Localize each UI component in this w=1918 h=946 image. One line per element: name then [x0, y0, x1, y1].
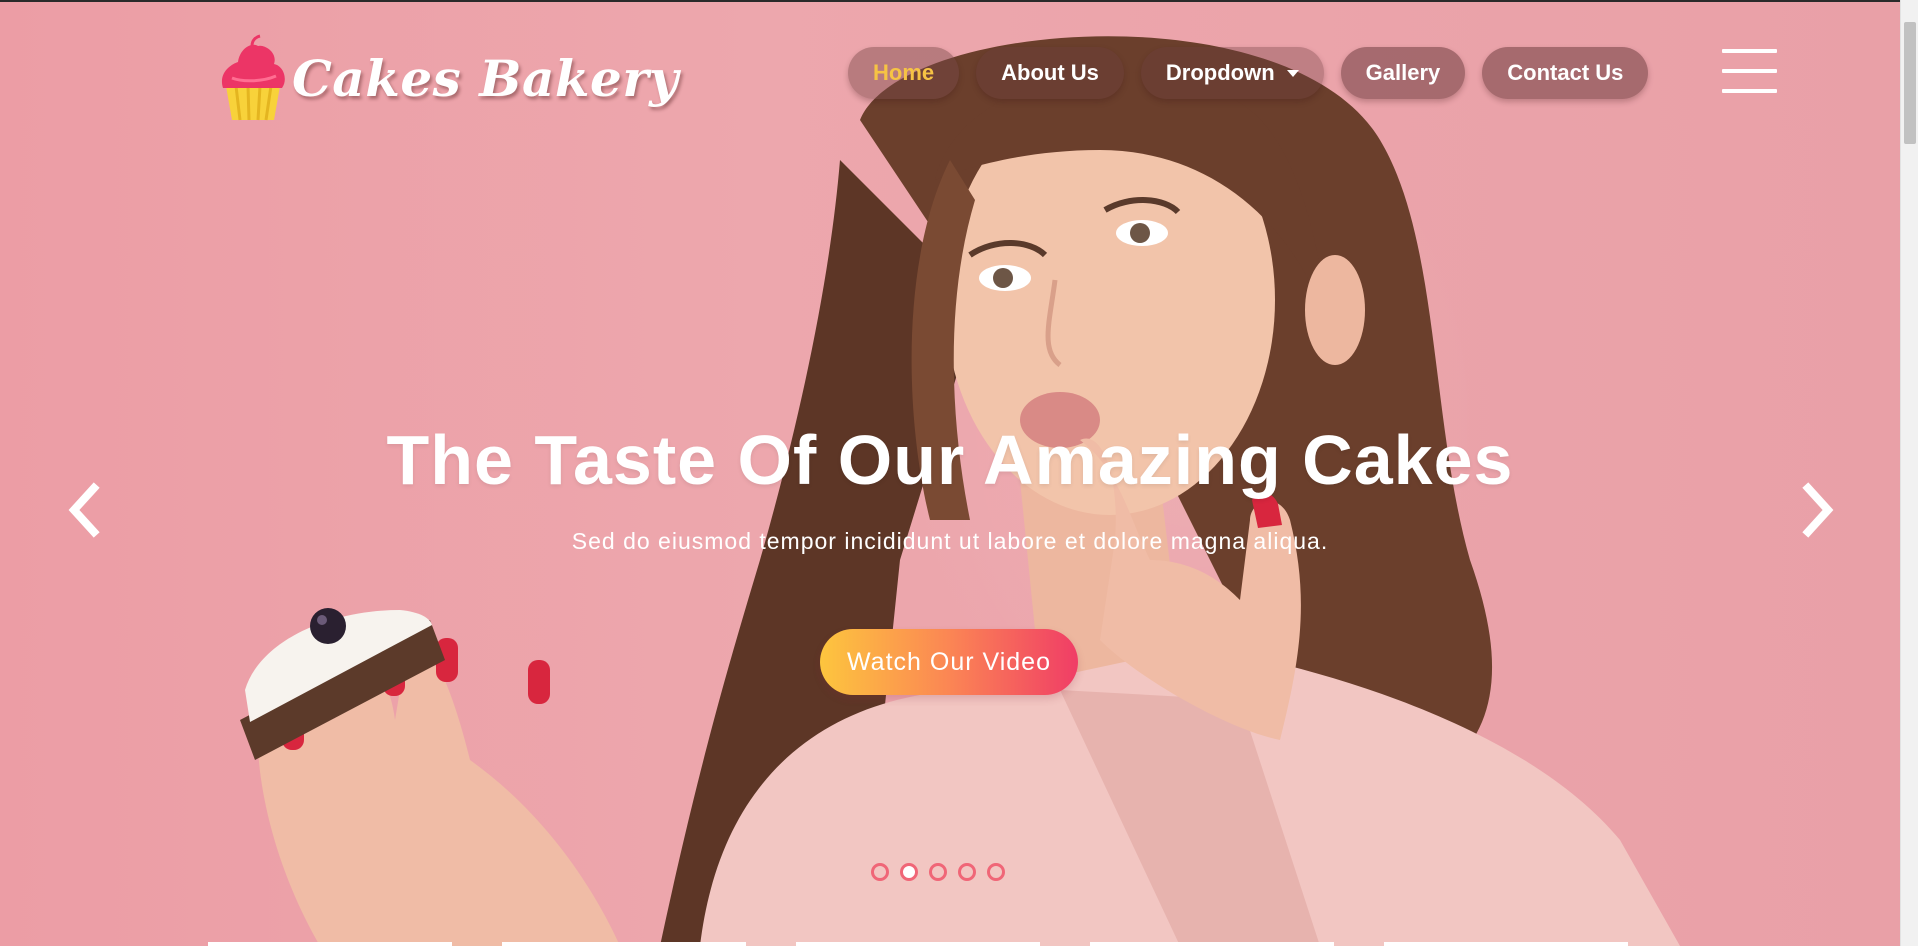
nav-about-us-label: About Us — [1001, 60, 1099, 85]
page-scrollbar[interactable] — [1900, 0, 1918, 946]
carousel-indicator-2[interactable] — [900, 863, 918, 881]
scrollbar-thumb[interactable] — [1904, 22, 1916, 144]
nav-dropdown-label: Dropdown — [1165, 60, 1275, 85]
carousel-indicator-3[interactable] — [929, 863, 947, 881]
section-card-edge — [796, 942, 1040, 946]
carousel-next-button[interactable] — [1798, 482, 1838, 538]
nav-contact-us-label: Contact Us — [1507, 60, 1624, 85]
section-card-edge — [208, 942, 452, 946]
carousel-indicator-1[interactable] — [871, 863, 889, 881]
section-card-edge — [1090, 942, 1334, 946]
cupcake-icon — [221, 34, 285, 121]
nav-dropdown[interactable]: Dropdown — [1140, 47, 1324, 99]
carousel-indicator-5[interactable] — [987, 863, 1005, 881]
nav-home-label: Home — [873, 60, 935, 85]
chevron-right-icon — [1802, 482, 1834, 538]
main-nav: Home About Us Dropdown Gallery Contact U… — [848, 47, 1665, 99]
chevron-left-icon — [68, 482, 100, 538]
carousel-indicators — [871, 863, 1016, 881]
window-top-border — [0, 0, 1918, 2]
hero-headline: The Taste Of Our Amazing Cakes — [386, 421, 1514, 499]
hero-subline: Sed do eiusmod tempor incididunt ut labo… — [571, 528, 1329, 554]
section-card-edge — [1384, 942, 1628, 946]
page: Cakes Bakery Home About Us Dropdown Gall… — [0, 0, 1918, 946]
carousel-indicator-4[interactable] — [958, 863, 976, 881]
nav-contact-us[interactable]: Contact Us — [1482, 47, 1649, 99]
nav-about-us[interactable]: About Us — [976, 47, 1124, 99]
hero-carousel: Cakes Bakery Home About Us Dropdown Gall… — [0, 0, 1900, 946]
nav-home[interactable]: Home — [848, 47, 960, 99]
brand-name: Cakes Bakery — [292, 48, 679, 108]
caret-down-icon — [1286, 69, 1299, 77]
hamburger-menu-icon[interactable] — [1722, 49, 1777, 93]
watch-video-button[interactable]: Watch Our Video — [820, 629, 1078, 695]
brand-logo[interactable]: Cakes Bakery — [218, 30, 679, 126]
nav-gallery-label: Gallery — [1365, 60, 1441, 85]
section-card-edge — [502, 942, 746, 946]
nav-gallery[interactable]: Gallery — [1340, 47, 1466, 99]
carousel-prev-button[interactable] — [64, 482, 104, 538]
